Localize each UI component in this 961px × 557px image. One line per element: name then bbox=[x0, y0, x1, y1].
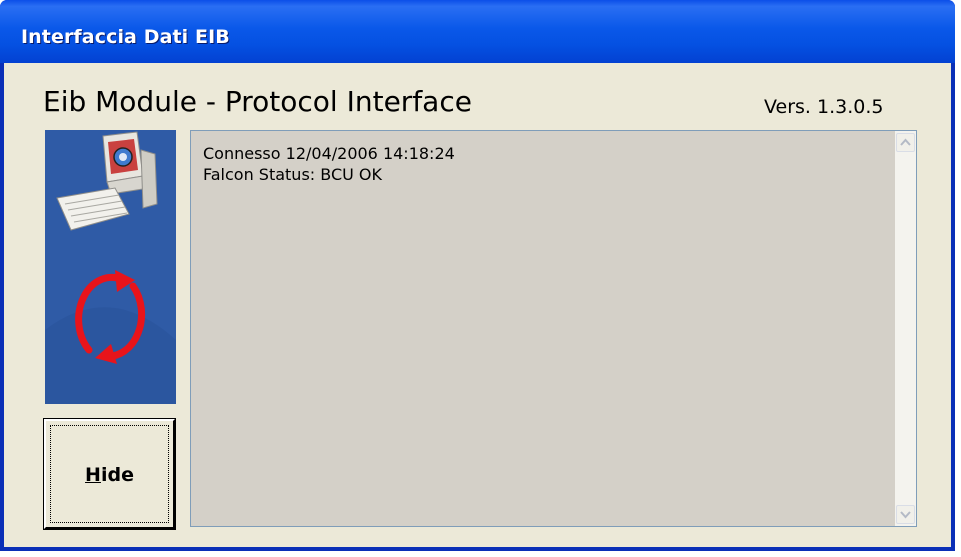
window-title: Interfaccia Dati EIB bbox=[21, 26, 230, 48]
logo-graphic bbox=[45, 130, 176, 404]
client-area: Eib Module - Protocol Interface Vers. 1.… bbox=[4, 63, 951, 547]
log-line: Falcon Status: BCU OK bbox=[203, 165, 383, 184]
vertical-scrollbar[interactable] bbox=[895, 131, 916, 526]
log-line: Connesso 12/04/2006 14:18:24 bbox=[203, 144, 455, 163]
hide-mnemonic: H bbox=[85, 464, 101, 486]
title-bar[interactable]: Interfaccia Dati EIB bbox=[0, 0, 955, 63]
hide-label-rest: ide bbox=[100, 464, 134, 486]
logo-panel bbox=[45, 130, 176, 404]
version-label: Vers. 1.3.0.5 bbox=[764, 96, 884, 118]
scroll-down-button[interactable] bbox=[896, 505, 915, 524]
hide-button-label: Hide bbox=[46, 464, 173, 486]
chevron-up-icon bbox=[900, 138, 911, 146]
app-title: Eib Module - Protocol Interface bbox=[43, 85, 472, 118]
scroll-up-button[interactable] bbox=[896, 133, 915, 152]
app-window: Interfaccia Dati EIB Eib Module - Protoc… bbox=[0, 0, 955, 551]
hide-button[interactable]: Hide bbox=[43, 418, 176, 530]
chevron-down-icon bbox=[900, 511, 911, 519]
log-content: Connesso 12/04/2006 14:18:24 Falcon Stat… bbox=[203, 143, 455, 185]
log-textarea[interactable]: Connesso 12/04/2006 14:18:24 Falcon Stat… bbox=[190, 130, 917, 527]
